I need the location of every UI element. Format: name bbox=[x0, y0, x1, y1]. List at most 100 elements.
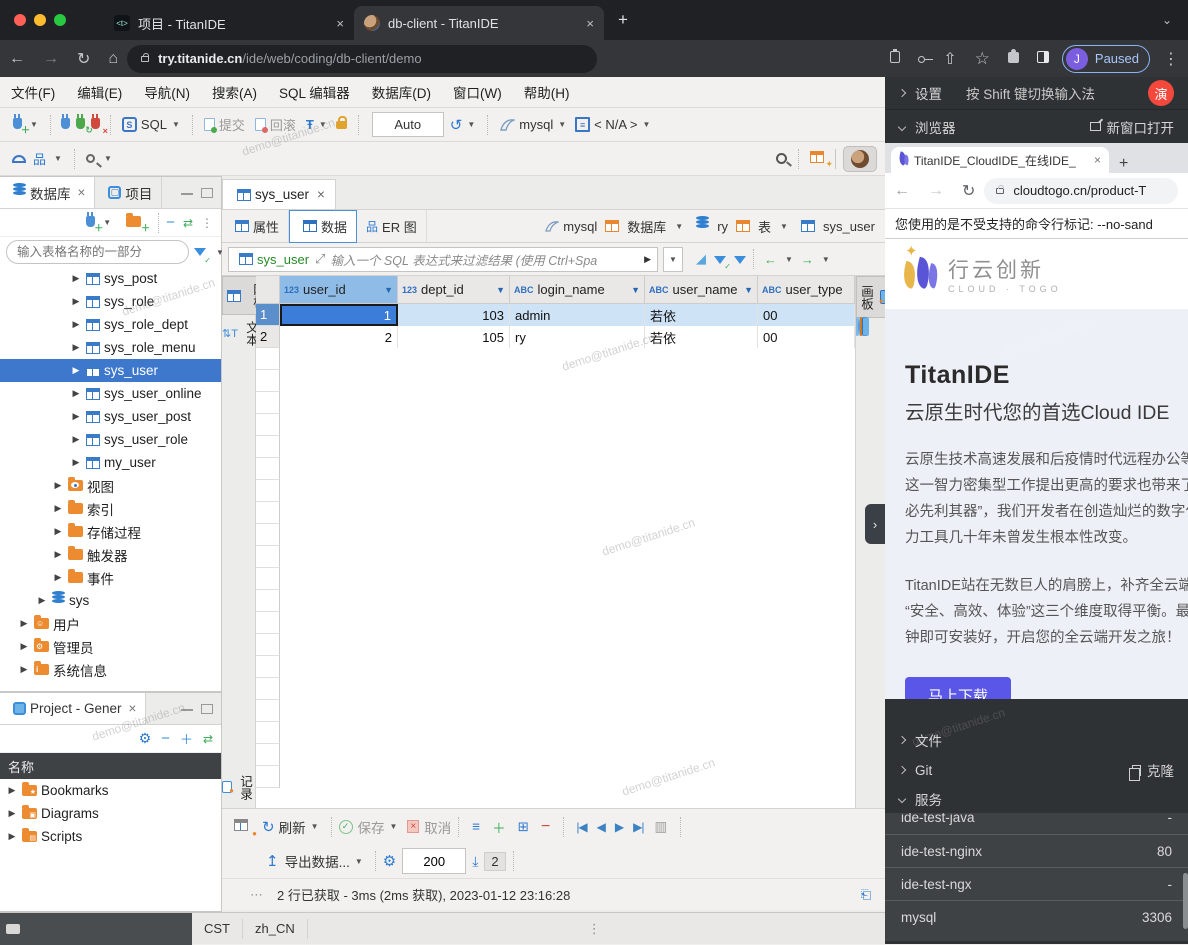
transaction-dropdown-icon[interactable]: ▼ bbox=[319, 120, 327, 129]
project-item-scripts[interactable]: ▶▤Scripts bbox=[0, 825, 221, 848]
collapse-all-icon[interactable]: − bbox=[166, 214, 175, 231]
services-scrollbar[interactable] bbox=[1183, 873, 1188, 929]
address-bar[interactable]: try.titanide.cn /ide/web/coding/db-clien… bbox=[127, 45, 597, 73]
cell-login-name[interactable]: ry bbox=[510, 326, 645, 348]
filter-icon[interactable]: ✓ bbox=[194, 243, 206, 261]
download-button[interactable]: 马上下载 bbox=[905, 677, 1011, 699]
project-item-diagrams[interactable]: ▶▣Diagrams bbox=[0, 802, 221, 825]
files-section-label[interactable]: 文件 bbox=[915, 730, 942, 750]
result-filter-input[interactable]: sys_user ⤢ 输入一个 SQL 表达式来过滤结果 (使用 Ctrl+Sp… bbox=[228, 247, 658, 272]
tree-item-table[interactable]: ▶my_user bbox=[0, 451, 221, 474]
edit-row-icon[interactable]: ≡ bbox=[472, 819, 480, 834]
open-new-window-button[interactable]: 新窗口打开 bbox=[1090, 117, 1175, 137]
row-number[interactable]: 2 bbox=[256, 326, 280, 348]
menu-help[interactable]: 帮助(H) bbox=[524, 82, 570, 102]
new-connection-dropdown-icon[interactable]: ▼ bbox=[30, 120, 38, 129]
refresh-icon[interactable]: ↻ bbox=[262, 818, 275, 836]
tree-item-system-info[interactable]: ▶i系统信息 bbox=[0, 658, 221, 681]
column-header-user-id[interactable]: 123user_id▼ bbox=[280, 276, 398, 304]
hierarchy-icon[interactable]: 品 bbox=[33, 149, 46, 168]
calc-panel-icon[interactable]: ⎗ bbox=[861, 887, 871, 903]
git-section-label[interactable]: Git bbox=[915, 763, 932, 778]
extensions-icon[interactable] bbox=[1008, 52, 1019, 63]
preview-new-tab-button[interactable]: + bbox=[1119, 155, 1128, 173]
menu-database[interactable]: 数据库(D) bbox=[372, 82, 431, 102]
disconnect-icon[interactable]: × bbox=[88, 117, 103, 132]
datasource-dropdown-icon[interactable]: ▼ bbox=[558, 120, 566, 129]
tree-item-table[interactable]: ▶sys_role_menu bbox=[0, 336, 221, 359]
service-row[interactable]: ide-test-java- bbox=[885, 813, 1188, 834]
first-row-icon[interactable]: |◀ bbox=[576, 820, 586, 834]
tree-item-procedures-folder[interactable]: ▶存储过程 bbox=[0, 520, 221, 543]
new-view-icon[interactable]: ✦ bbox=[806, 151, 828, 166]
collapse-all-icon[interactable]: − bbox=[161, 730, 170, 747]
close-icon[interactable]: × bbox=[1094, 153, 1101, 167]
subtab-properties[interactable]: 属性 bbox=[222, 210, 289, 242]
share-icon[interactable]: ⇧ bbox=[943, 49, 956, 69]
minimize-panel-icon[interactable] bbox=[181, 708, 193, 711]
filter-forward-icon[interactable]: → bbox=[801, 252, 814, 267]
add-row-icon[interactable]: ＋ bbox=[492, 817, 506, 837]
menu-edit[interactable]: 编辑(E) bbox=[77, 82, 122, 102]
connect-icon[interactable] bbox=[58, 117, 73, 132]
lock-mode-icon[interactable] bbox=[336, 121, 347, 129]
commit-mode-select[interactable]: Auto bbox=[372, 112, 444, 137]
transaction-log-icon[interactable]: ↺ bbox=[450, 116, 463, 134]
password-key-icon[interactable] bbox=[918, 56, 925, 63]
bookmark-star-icon[interactable]: ☆ bbox=[975, 49, 990, 69]
grid-row-1[interactable]: 1 1 103 admin 若依 00 bbox=[256, 304, 855, 326]
status-more-icon[interactable]: ⋯ bbox=[250, 887, 263, 903]
traffic-zoom-button[interactable] bbox=[54, 14, 66, 26]
fetch-next-icon[interactable]: ⤓ bbox=[472, 853, 478, 870]
refresh-dropdown-icon[interactable]: ▼ bbox=[311, 822, 319, 831]
browser-section-label[interactable]: 浏览器 bbox=[915, 117, 956, 137]
tab-search-chevron-icon[interactable]: ⌄ bbox=[1162, 13, 1172, 27]
settings-chevron-icon[interactable] bbox=[898, 89, 906, 97]
tab-project-general[interactable]: ■ Project - Gener × bbox=[0, 693, 146, 724]
panel-expander-button[interactable]: › bbox=[865, 504, 885, 544]
menu-navigate[interactable]: 导航(N) bbox=[144, 82, 190, 102]
connection-dropdown-icon[interactable]: ▼ bbox=[103, 218, 111, 227]
cell-user-type[interactable]: 00 bbox=[758, 304, 855, 326]
project-item-bookmarks[interactable]: ▶★Bookmarks bbox=[0, 779, 221, 802]
hierarchy-dropdown-icon[interactable]: ▼ bbox=[54, 154, 62, 163]
tree-item-table[interactable]: ▶sys_user_role bbox=[0, 428, 221, 451]
rollback-icon[interactable] bbox=[255, 118, 266, 131]
crumb-datasource[interactable]: mysql bbox=[563, 219, 597, 234]
cell-dept-id[interactable]: 103 bbox=[398, 304, 510, 326]
browser-tab-dbclient[interactable]: db-client - TitanIDE × bbox=[354, 6, 604, 40]
close-icon[interactable]: × bbox=[129, 701, 137, 716]
filter-history-dropdown-icon[interactable]: ▼ bbox=[663, 247, 683, 272]
git-clone-button[interactable]: 克隆 bbox=[1132, 760, 1174, 780]
apply-filter-icon[interactable] bbox=[734, 252, 746, 267]
search-icon[interactable] bbox=[86, 154, 95, 163]
filter-back-icon[interactable]: ← bbox=[764, 252, 777, 267]
commit-icon[interactable] bbox=[204, 118, 215, 131]
tree-item-users[interactable]: ▶☺用户 bbox=[0, 612, 221, 635]
duplicate-row-icon[interactable]: ⊞ bbox=[518, 819, 529, 835]
active-schema-button[interactable]: < N/A > bbox=[594, 117, 637, 132]
search-dropdown-icon[interactable]: ▼ bbox=[104, 154, 112, 163]
table-filter-input[interactable] bbox=[6, 240, 189, 264]
prev-row-icon[interactable]: ◀ bbox=[597, 820, 605, 834]
export-data-button[interactable]: 导出数据... bbox=[285, 851, 350, 871]
crumb-table-dropdown-icon[interactable]: ▼ bbox=[780, 222, 788, 231]
save-dropdown-icon[interactable]: ▼ bbox=[390, 822, 398, 831]
column-header-user-name[interactable]: ABCuser_name▼ bbox=[645, 276, 758, 304]
tab-database-navigator[interactable]: 数据库 × bbox=[0, 177, 95, 208]
cell-user-id[interactable]: 1 bbox=[280, 304, 398, 326]
sql-dropdown-icon[interactable]: ▼ bbox=[172, 120, 180, 129]
services-chevron-icon[interactable] bbox=[898, 795, 906, 803]
user-avatar-button[interactable] bbox=[843, 146, 877, 172]
preview-tab[interactable]: TitanIDE_CloudIDE_在线IDE_ × bbox=[891, 147, 1109, 173]
crumb-table-label[interactable]: 表 bbox=[758, 217, 771, 236]
forward-icon[interactable]: → bbox=[928, 182, 944, 200]
delete-row-icon[interactable]: − bbox=[541, 818, 550, 836]
filter-forward-dropdown-icon[interactable]: ▼ bbox=[822, 255, 830, 264]
subtab-data[interactable]: 数据 bbox=[289, 210, 357, 243]
cell-user-id[interactable]: 2 bbox=[280, 326, 398, 348]
crumb-table[interactable]: sys_user bbox=[823, 219, 875, 234]
maximize-panel-icon[interactable] bbox=[201, 704, 213, 714]
fetch-page-icon[interactable]: ▥ bbox=[655, 819, 668, 835]
editor-tab-sys-user[interactable]: sys_user × bbox=[222, 179, 336, 209]
